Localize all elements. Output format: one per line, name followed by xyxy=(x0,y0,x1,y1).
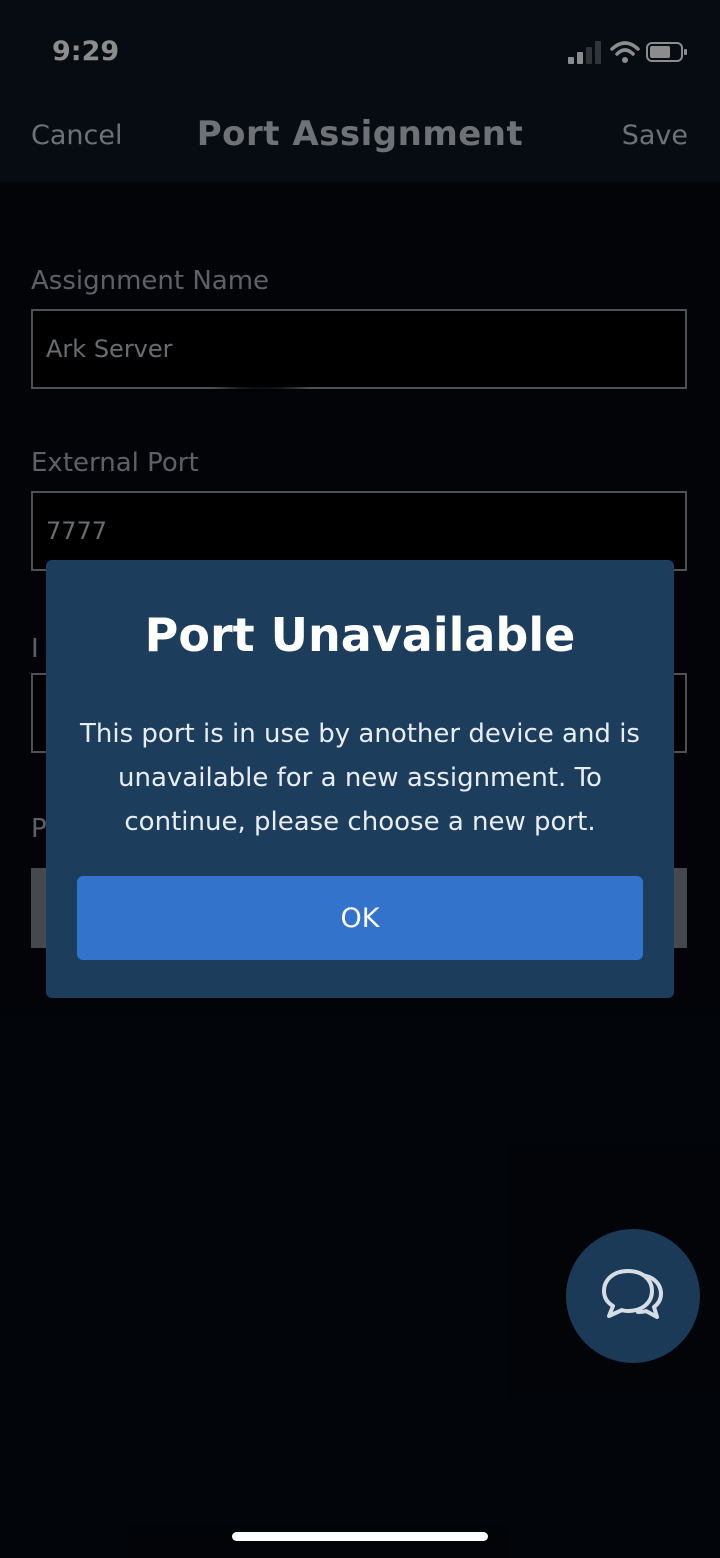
dialog-message: This port is in use by another device an… xyxy=(80,719,640,837)
ok-button[interactable]: OK xyxy=(77,876,643,960)
dialog-title: Port Unavailable xyxy=(144,608,576,662)
chat-bubbles-icon xyxy=(602,1269,663,1319)
chat-button[interactable] xyxy=(566,1229,700,1363)
port-unavailable-dialog: Port Unavailable This port is in use by … xyxy=(46,560,674,998)
home-indicator[interactable] xyxy=(232,1532,488,1541)
